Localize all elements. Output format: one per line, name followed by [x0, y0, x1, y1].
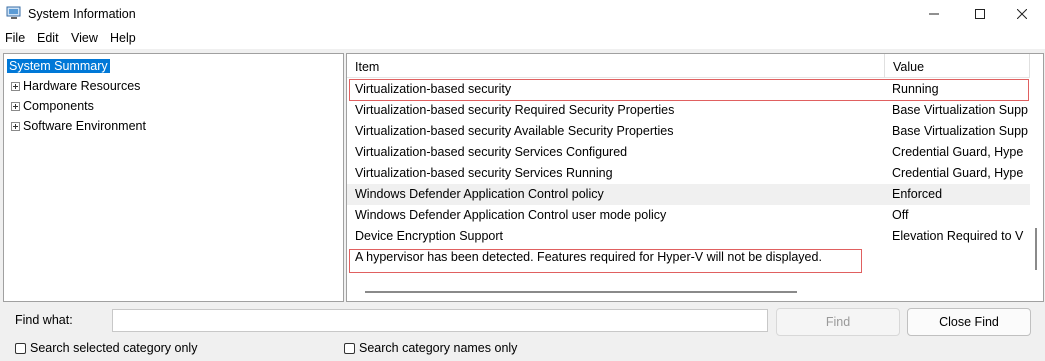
highlight-box-vbs [349, 79, 1029, 101]
expand-icon[interactable] [11, 121, 20, 131]
maximize-button[interactable] [957, 0, 1003, 28]
checkbox-label: Search category names only [359, 341, 518, 355]
menu-view[interactable]: View [71, 31, 98, 45]
highlight-box-hypervisor [349, 249, 862, 273]
expand-icon[interactable] [11, 81, 20, 91]
item-cell: Virtualization-based security Services R… [355, 166, 613, 180]
tree-item-label: Software Environment [23, 119, 146, 133]
value-cell: Credential Guard, Hype [892, 166, 1024, 180]
tree-item-software-environment[interactable]: Software Environment [11, 117, 146, 135]
tree-item-components[interactable]: Components [11, 97, 94, 115]
close-window-button[interactable] [999, 0, 1045, 28]
table-row[interactable]: Virtualization-based security Required S… [347, 100, 1030, 121]
column-header-item[interactable]: Item [347, 54, 885, 78]
item-cell: Device Encryption Support [355, 229, 503, 243]
menu-edit[interactable]: Edit [37, 31, 59, 45]
horizontal-scrollbar[interactable] [347, 285, 1030, 300]
system-information-app-icon [6, 6, 21, 19]
horizontal-scroll-thumb[interactable] [365, 291, 797, 293]
table-row[interactable]: Virtualization-based security Services C… [347, 142, 1030, 163]
value-cell: Credential Guard, Hype [892, 145, 1024, 159]
item-cell: Windows Defender Application Control pol… [355, 187, 604, 201]
tree-item-label: System Summary [7, 59, 110, 73]
checkbox-box[interactable] [15, 342, 26, 354]
value-cell: Base Virtualization Supp [892, 124, 1028, 138]
close-find-button[interactable]: Close Find [907, 308, 1031, 336]
search-category-names-checkbox[interactable]: Search category names only [344, 341, 517, 355]
vertical-scrollbar[interactable] [1030, 78, 1042, 300]
menu-help[interactable]: Help [110, 31, 136, 45]
column-header-value[interactable]: Value [885, 54, 1030, 78]
table-row[interactable]: Windows Defender Application Control use… [347, 205, 1030, 226]
item-cell: Windows Defender Application Control use… [355, 208, 667, 222]
item-cell: Virtualization-based security Available … [355, 124, 674, 138]
expand-icon[interactable] [11, 101, 20, 111]
details-list[interactable]: Item Value Virtualization-based security… [346, 53, 1044, 302]
close-icon [1017, 9, 1027, 19]
tree-item-label: Components [23, 99, 94, 113]
checkbox-box[interactable] [344, 342, 355, 354]
item-cell: Virtualization-based security Services C… [355, 145, 628, 159]
value-cell: Off [892, 208, 909, 222]
maximize-icon [975, 9, 985, 19]
value-cell: Base Virtualization Supp [892, 103, 1028, 117]
menu-file[interactable]: File [5, 31, 25, 45]
tree-item-label: Hardware Resources [23, 79, 141, 93]
title-bar: System Information [0, 0, 1045, 28]
value-cell: Enforced [892, 187, 943, 201]
tree-item-hardware-resources[interactable]: Hardware Resources [11, 77, 140, 95]
minimize-button[interactable] [911, 0, 957, 28]
table-row[interactable]: Virtualization-based security Available … [347, 121, 1030, 142]
table-row[interactable]: Windows Defender Application Control pol… [347, 184, 1030, 205]
table-row[interactable]: Virtualization-based security Services R… [347, 163, 1030, 184]
minimize-icon [929, 13, 939, 15]
checkbox-label: Search selected category only [30, 341, 198, 355]
category-tree[interactable]: System Summary Hardware Resources Compon… [3, 53, 344, 302]
table-row[interactable]: Device Encryption Support Elevation Requ… [347, 226, 1030, 247]
vertical-scroll-thumb[interactable] [1035, 228, 1037, 270]
window-title: System Information [28, 7, 136, 21]
tree-item-system-summary[interactable]: System Summary [7, 57, 110, 75]
value-cell: Elevation Required to V [892, 229, 1024, 243]
menu-bar: File Edit View Help [0, 28, 1045, 49]
find-what-input[interactable] [112, 309, 768, 332]
find-what-label: Find what: [15, 313, 73, 327]
search-selected-category-checkbox[interactable]: Search selected category only [15, 341, 197, 355]
find-button[interactable]: Find [776, 308, 900, 336]
item-cell: Virtualization-based security Required S… [355, 103, 675, 117]
